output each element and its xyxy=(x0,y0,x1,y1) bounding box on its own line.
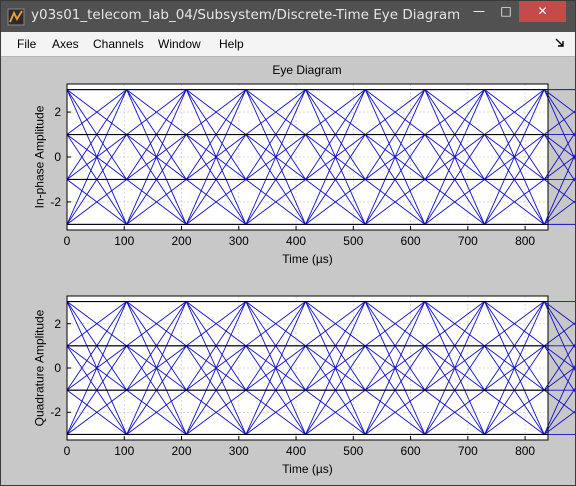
x-tick-label: 400 xyxy=(286,444,307,458)
x-tick-label: 100 xyxy=(114,234,135,248)
x-axis-label: Time (µs) xyxy=(282,462,333,476)
x-tick-label: 200 xyxy=(171,444,192,458)
y-axis-label: Quadrature Amplitude xyxy=(31,309,46,427)
x-tick-label: 700 xyxy=(457,444,478,458)
x-tick-label: 800 xyxy=(515,444,536,458)
y-axis-label: In-phase Amplitude xyxy=(31,105,46,209)
x-tick-label: 600 xyxy=(400,234,421,248)
x-tick-label: 300 xyxy=(228,234,249,248)
x-tick-label: 0 xyxy=(63,444,71,458)
x-tick-label: 300 xyxy=(228,444,249,458)
x-tick-label: 500 xyxy=(343,234,364,248)
figure-window: y03s01_telecom_lab_04/Subsystem/Discrete… xyxy=(0,0,576,486)
x-tick-label: 500 xyxy=(343,444,364,458)
x-tick-label: 200 xyxy=(171,234,192,248)
x-tick-label: 800 xyxy=(515,234,536,248)
x-tick-label: 600 xyxy=(400,444,421,458)
x-tick-label: 0 xyxy=(63,234,71,248)
x-tick-label: 700 xyxy=(457,234,478,248)
x-tick-label: 100 xyxy=(114,444,135,458)
x-tick-label: 400 xyxy=(286,234,307,248)
x-axis-label: Time (µs) xyxy=(282,252,333,266)
